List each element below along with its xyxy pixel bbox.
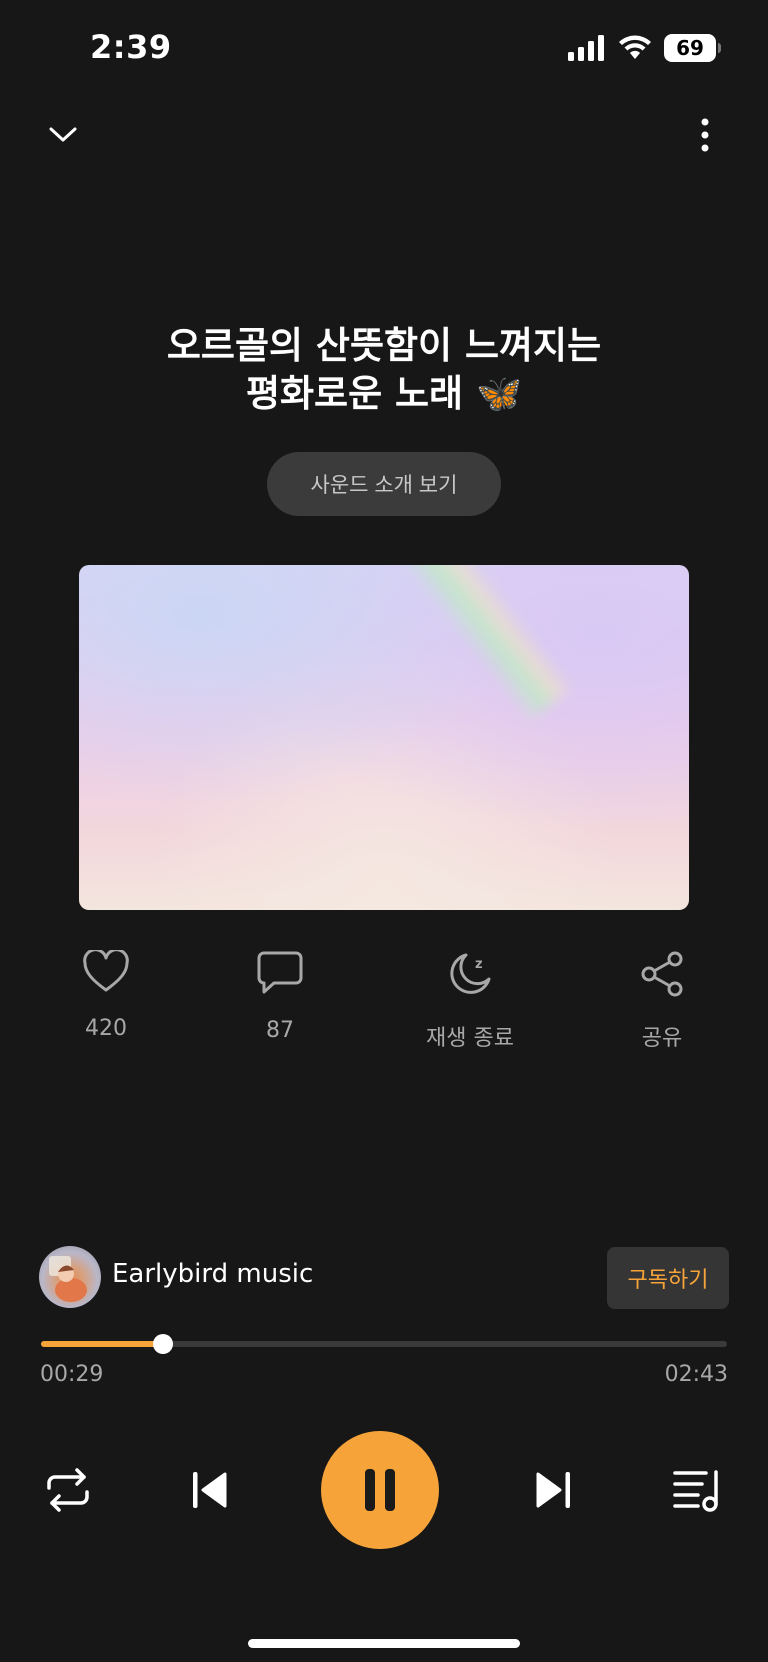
track-title-line1: 오르골의 산뜻함이 느껴지는 bbox=[166, 324, 602, 367]
more-vertical-icon bbox=[701, 118, 709, 152]
playlist-button[interactable] bbox=[668, 1464, 728, 1516]
repeat-button[interactable] bbox=[40, 1464, 96, 1516]
progress-bar[interactable] bbox=[41, 1334, 727, 1354]
channel-avatar[interactable] bbox=[39, 1246, 101, 1308]
artwork-light-streak bbox=[403, 565, 575, 723]
progress-thumb[interactable] bbox=[153, 1334, 174, 1354]
repeat-icon bbox=[47, 1468, 89, 1512]
subscribe-button[interactable]: 구독하기 bbox=[607, 1247, 729, 1309]
elapsed-time: 00:29 bbox=[40, 1362, 104, 1387]
previous-button[interactable] bbox=[182, 1464, 238, 1516]
battery-level: 69 bbox=[676, 36, 704, 60]
comment-icon bbox=[257, 951, 303, 994]
chevron-down-icon bbox=[49, 127, 77, 142]
status-time: 2:39 bbox=[90, 28, 172, 66]
track-title: 오르골의 산뜻함이 느껴지는 평화로운 노래 🦋 bbox=[0, 322, 768, 418]
track-title-line2-wrap: 평화로운 노래 🦋 bbox=[0, 370, 768, 418]
moon-icon: z bbox=[450, 953, 491, 994]
album-artwork bbox=[79, 565, 689, 910]
svg-text:z: z bbox=[475, 957, 483, 972]
share-label: 공유 bbox=[641, 1026, 683, 1051]
battery-indicator: 69 bbox=[664, 34, 721, 62]
track-title-line2: 평화로운 노래 bbox=[245, 372, 464, 415]
progress-fill bbox=[41, 1341, 164, 1347]
comment-count: 87 bbox=[266, 1018, 294, 1043]
collapse-button[interactable] bbox=[39, 111, 87, 159]
play-pause-button[interactable] bbox=[321, 1431, 439, 1549]
butterfly-emoji: 🦋 bbox=[475, 372, 523, 415]
more-options-button[interactable] bbox=[681, 111, 729, 159]
comment-button[interactable]: 87 bbox=[210, 950, 350, 1043]
avatar-illustration bbox=[49, 1256, 87, 1302]
status-icons: 69 bbox=[568, 34, 721, 62]
heart-icon bbox=[83, 950, 129, 992]
sleep-timer-label: 재생 종료 bbox=[426, 1026, 514, 1051]
sleep-timer-button[interactable]: z 재생 종료 bbox=[400, 950, 540, 1052]
like-button[interactable]: 420 bbox=[36, 950, 176, 1041]
share-button[interactable]: 공유 bbox=[592, 950, 732, 1052]
wifi-icon bbox=[619, 35, 651, 59]
signal-icon bbox=[568, 35, 604, 61]
total-time: 02:43 bbox=[664, 1362, 728, 1387]
skip-next-icon bbox=[536, 1472, 570, 1508]
skip-previous-icon bbox=[193, 1472, 227, 1508]
home-indicator[interactable] bbox=[248, 1639, 520, 1648]
channel-name[interactable]: Earlybird music bbox=[112, 1259, 313, 1289]
next-button[interactable] bbox=[525, 1464, 581, 1516]
playlist-icon bbox=[673, 1470, 718, 1512]
like-count: 420 bbox=[85, 1016, 127, 1041]
pause-icon bbox=[365, 1469, 395, 1511]
share-icon bbox=[641, 951, 683, 997]
sound-intro-button[interactable]: 사운드 소개 보기 bbox=[267, 452, 501, 516]
